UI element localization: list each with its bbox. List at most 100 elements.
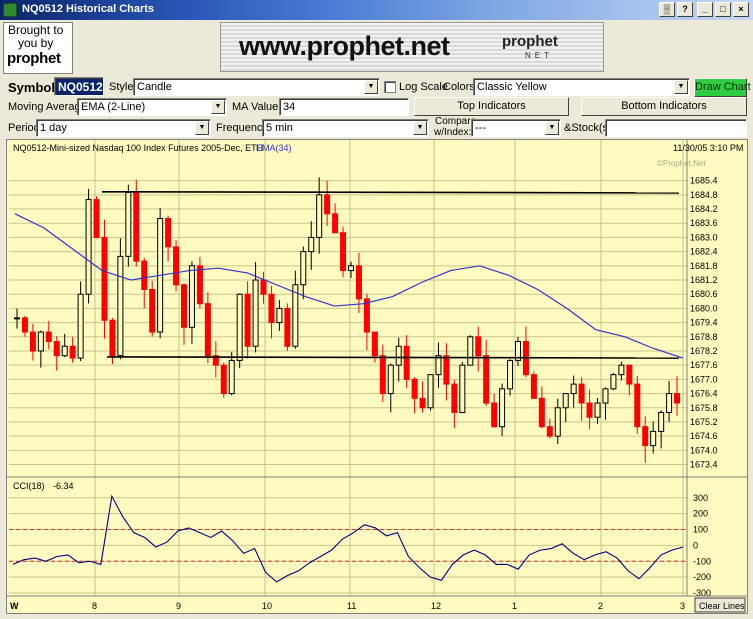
price-tick-label: 1679.4 [690,318,718,328]
frequency-label: Frequency [216,122,268,134]
candle-body [443,355,450,385]
price-tick-label: 1684.2 [690,204,718,214]
chevron-down-icon[interactable]: ▼ [364,80,378,94]
chevron-down-icon[interactable]: ▼ [413,121,427,135]
candle-body [181,284,187,328]
candle-body [586,402,593,418]
help-button[interactable]: ? [677,2,693,17]
colors-select[interactable]: Classic Yellow ▼ [473,78,690,96]
chevron-down-icon[interactable]: ▼ [545,121,559,135]
symbol-input[interactable]: NQ0512 [54,77,104,96]
price-tick-label: 1677.0 [690,374,718,384]
candle-body [196,265,203,305]
moving-average-label: Moving Average [8,101,87,113]
candle-body [29,331,36,352]
period-value: 1 day [40,122,67,134]
candle-body [674,393,681,404]
cci-grid [9,497,687,594]
period-select[interactable]: 1 day ▼ [36,119,211,137]
sponsor-line-2: you by [18,36,54,50]
candle-body [141,260,148,290]
ad-banner[interactable]: www.prophet.net prophet NET [220,22,604,72]
candle-body [650,430,657,447]
candle-body [435,355,442,376]
candle-body [427,374,434,409]
candle-body [260,279,267,295]
time-tick-label: 1 [512,601,517,611]
candle-body [554,407,561,437]
watermark: ©Prophet.Net [657,159,706,168]
candle-body [618,364,625,376]
style-select[interactable]: Candle ▼ [133,78,380,96]
draw-chart-button[interactable]: Draw Chart [694,78,751,97]
candle-body [332,213,339,234]
candle-body [220,364,227,395]
price-tick-label: 1684.8 [690,190,718,200]
chevron-down-icon[interactable]: ▼ [211,100,225,114]
candle-body [37,331,44,352]
candle-body [363,298,370,333]
restore-alt-button[interactable]: ▒ [659,2,675,17]
cci-tick-label: 0 [693,540,698,550]
maximize-button[interactable]: □ [715,2,731,17]
candle-body [125,191,132,257]
corner-label: W [10,601,19,611]
candle-body [53,341,60,357]
app-window: NQ0512 Historical Charts ▒ ? _ □ × Broug… [0,0,753,619]
chevron-down-icon[interactable]: ▼ [195,121,209,135]
title-bar[interactable]: NQ0512 Historical Charts ▒ ? _ □ × [0,0,753,20]
candle-body [459,364,466,413]
price-tick-label: 1675.2 [690,417,718,427]
time-tick-label: 12 [431,601,441,611]
frequency-value: 5 min [266,122,293,134]
symbol-label: Symbol [8,80,55,95]
colors-label: Colors [443,81,475,93]
candle-body [252,279,259,347]
bottom-indicators-button[interactable]: Bottom Indicators [581,97,747,116]
chart-area[interactable]: 1673.4 1674.0 1674.6 1675.2 1675.8 1676.4 1677… [6,139,748,614]
log-scale-checkbox[interactable] [384,81,396,93]
ad-url: www.prophet.net [239,31,450,61]
clear-lines-label[interactable]: Clear Lines [699,601,745,611]
price-tick-label: 1674.6 [690,431,718,441]
compare-label-1: Compare [435,116,477,127]
style-value: Candle [137,81,172,93]
clear-lines-button[interactable]: Clear Lines [694,597,746,613]
top-indicators-button[interactable]: Top Indicators [414,97,569,116]
minimize-button[interactable]: _ [697,2,713,17]
price-tick-label: 1676.4 [690,389,718,399]
chart-svg[interactable]: 1673.4 1674.0 1674.6 1675.2 1675.8 1676.4 1677… [7,140,747,613]
frequency-select[interactable]: 5 min ▼ [262,119,429,137]
candle-body [101,236,108,321]
cci-line [12,494,684,583]
ma-values-input[interactable]: 34 [279,98,409,116]
candle-body [491,402,498,428]
candle-body [149,288,156,333]
price-tick-label: 1683.0 [690,232,718,242]
candle-body [403,345,410,380]
stocks-input[interactable] [605,119,747,137]
chart-timestamp: 11/30/05 3:10 PM [673,143,743,153]
candle-body [371,331,378,357]
candle-body [204,303,211,357]
time-tick-label: 3 [680,601,685,611]
chevron-down-icon[interactable]: ▼ [674,80,688,94]
candle-body [578,383,585,404]
candle-body [21,317,28,333]
candle-body [228,359,235,395]
ma-values-label: MA Values [232,101,284,113]
candle-body [300,251,307,286]
cci-tick-label: -100 [693,556,711,566]
time-tick-label: 9 [176,601,181,611]
sponsor-box[interactable]: Brought to you by prophet [3,22,73,74]
trendline [106,356,680,359]
candle-body [244,293,251,347]
candles-layer [14,177,681,463]
candle-body [602,388,609,404]
candle-body [165,218,172,248]
close-button[interactable]: × [733,2,749,17]
compare-select[interactable]: --- ▼ [471,119,561,137]
moving-average-select[interactable]: EMA (2-Line) ▼ [77,98,227,116]
symbol-value: NQ0512 [58,80,103,94]
candle-body [14,317,20,320]
